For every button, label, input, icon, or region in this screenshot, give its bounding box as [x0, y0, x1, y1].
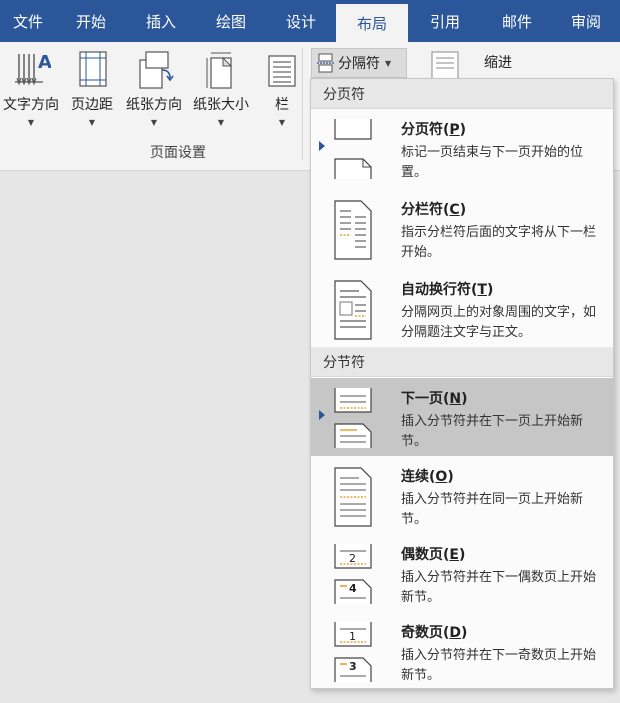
submenu-pointer-icon	[319, 410, 325, 420]
tab-insert[interactable]: 插入	[126, 0, 196, 42]
breaks-label: 分隔符	[338, 56, 380, 72]
group-divider	[302, 48, 303, 160]
menu-item-title: 连续(O)	[401, 469, 454, 485]
page-break-icon	[334, 119, 372, 179]
menu-item-description: 标记一页结束与下一页开始的位置。	[401, 145, 584, 180]
menu-item-next-page[interactable]: 下一页(N) 插入分节符并在下一页上开始新节。	[311, 378, 613, 456]
tab-draw[interactable]: 绘图	[196, 0, 266, 42]
menu-item-description: 指示分栏符后面的文字将从下一栏开始。	[401, 225, 597, 260]
margins-button[interactable]: 页边距 ▼	[64, 48, 120, 134]
menu-item-description: 插入分节符并在下一页上开始新节。	[401, 414, 584, 449]
tab-file[interactable]: 文件	[0, 0, 56, 42]
paper-size-label: 纸张大小	[193, 97, 249, 113]
chevron-down-icon: ▼	[150, 118, 158, 127]
menu-item-title: 分页符(P)	[401, 122, 467, 138]
menu-item-title: 偶数页(E)	[401, 547, 466, 563]
chevron-down-icon: ▼	[88, 118, 96, 127]
chevron-down-icon: ▼	[217, 118, 225, 127]
section-breaks-header: 分节符	[311, 347, 613, 377]
tab-references[interactable]: 引用	[408, 0, 482, 42]
chevron-down-icon: ▼	[385, 58, 392, 68]
breaks-button[interactable]: 分隔符 ▼	[311, 48, 407, 78]
menu-item-continuous[interactable]: 连续(O) 插入分节符并在同一页上开始新节。	[311, 456, 613, 534]
orientation-button[interactable]: 纸张方向 ▼	[122, 48, 186, 134]
tab-home[interactable]: 开始	[56, 0, 126, 42]
svg-text:3: 3	[349, 660, 357, 673]
svg-text:A: A	[38, 52, 51, 73]
svg-text:1: 1	[349, 630, 356, 643]
menu-item-page-break[interactable]: 分页符(P) 标记一页结束与下一页开始的位置。	[311, 109, 613, 189]
chevron-down-icon: ▼	[27, 118, 35, 127]
margins-icon	[79, 51, 107, 87]
menu-item-text-wrapping-break[interactable]: 自动换行符(T) 分隔网页上的对象周围的文字，如分隔题注文字与正文。	[311, 269, 613, 349]
columns-label: 栏	[275, 97, 289, 113]
tab-review[interactable]: 审阅	[552, 0, 620, 42]
indent-label: 缩进	[484, 55, 512, 71]
even-page-break-icon: 2 4	[334, 544, 372, 604]
menu-item-description: 插入分节符并在同一页上开始新节。	[401, 492, 584, 527]
text-wrapping-break-icon	[334, 280, 372, 340]
margins-label: 页边距	[71, 97, 113, 113]
next-page-break-icon	[334, 388, 372, 448]
text-direction-label: 文字方向	[3, 97, 59, 113]
orientation-icon	[139, 51, 174, 89]
orientation-label: 纸张方向	[126, 97, 182, 113]
menu-item-description: 插入分节符并在下一奇数页上开始新节。	[401, 648, 597, 683]
paper-size-button[interactable]: 纸张大小 ▼	[188, 48, 254, 134]
menu-item-title: 分栏符(C)	[401, 202, 467, 218]
tab-mailings[interactable]: 邮件	[482, 0, 552, 42]
menu-item-odd-page[interactable]: 1 3 奇数页(D) 插入分节符并在下一奇数页上开始新节。	[311, 612, 613, 688]
tab-layout[interactable]: 布局	[336, 4, 408, 42]
submenu-pointer-icon	[319, 141, 325, 151]
paragraph-settings-icon	[431, 51, 459, 80]
odd-page-break-icon: 1 3	[334, 622, 372, 682]
paper-size-icon	[206, 52, 233, 89]
svg-text:2: 2	[349, 552, 356, 565]
menu-item-title: 自动换行符(T)	[401, 282, 494, 298]
page-breaks-header: 分页符	[311, 79, 613, 109]
text-direction-button[interactable]: A 文字方向 ▼	[0, 48, 62, 134]
breaks-icon	[317, 53, 334, 73]
column-break-icon	[334, 200, 372, 260]
menu-item-description: 分隔网页上的对象周围的文字，如分隔题注文字与正文。	[401, 305, 597, 340]
text-direction-icon: A	[15, 52, 51, 86]
menu-item-title: 奇数页(D)	[401, 625, 468, 641]
continuous-break-icon	[334, 467, 372, 527]
chevron-down-icon: ▼	[278, 118, 286, 127]
menu-item-title: 下一页(N)	[401, 391, 468, 407]
svg-text:4: 4	[349, 582, 357, 595]
menu-item-column-break[interactable]: 分栏符(C) 指示分栏符后面的文字将从下一栏开始。	[311, 189, 613, 269]
page-setup-group-label: 页面设置	[150, 145, 206, 161]
menu-item-description: 插入分节符并在下一偶数页上开始新节。	[401, 570, 597, 605]
menu-item-even-page[interactable]: 2 4 偶数页(E) 插入分节符并在下一偶数页上开始新节。	[311, 534, 613, 612]
columns-icon	[268, 55, 296, 87]
breaks-dropdown-menu: 分页符 分页符(P) 标记一页结束与下一页开始的位置。 分栏符(C) 指示分栏符…	[310, 78, 614, 689]
ribbon-tab-bar: 文件 开始 插入 绘图 设计 布局 引用 邮件 审阅	[0, 0, 620, 42]
columns-button[interactable]: 栏 ▼	[262, 48, 302, 134]
tab-design[interactable]: 设计	[266, 0, 336, 42]
